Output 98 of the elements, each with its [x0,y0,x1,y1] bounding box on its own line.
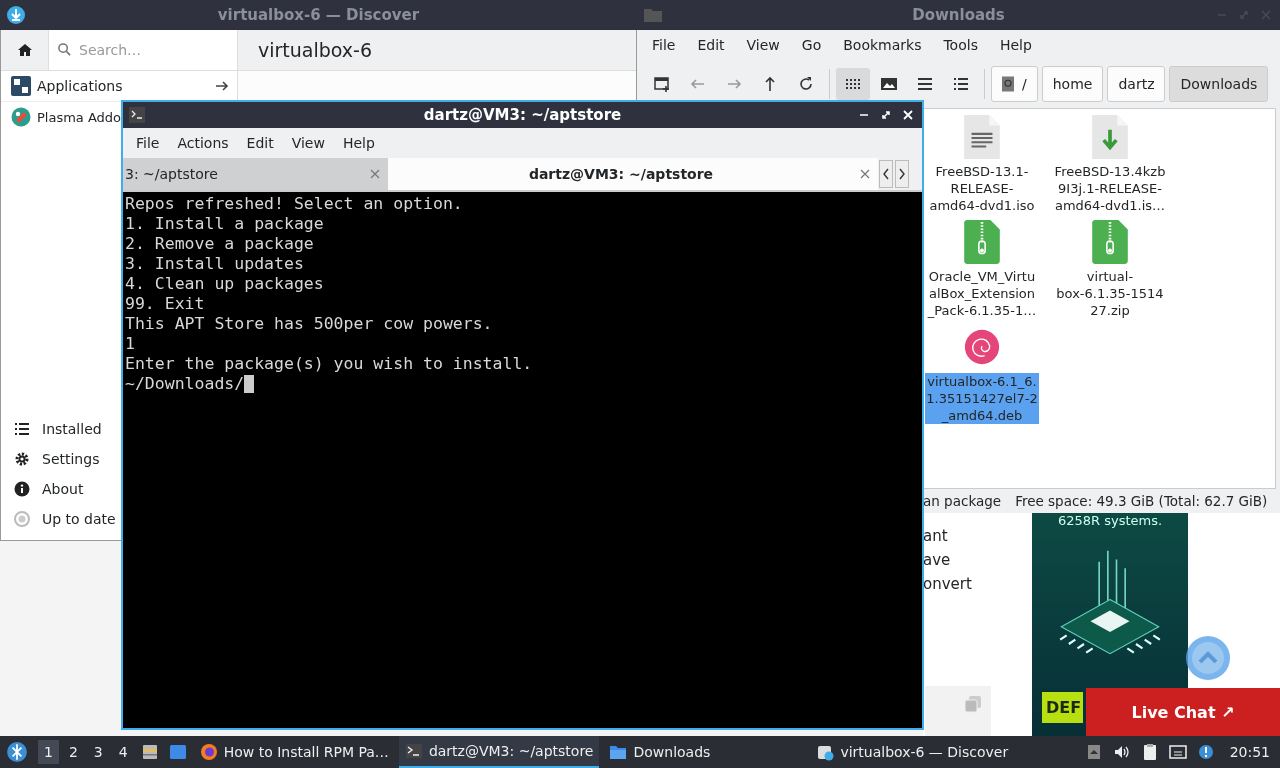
virtual-desktop[interactable]: 2 [62,740,84,764]
chevron-right-icon[interactable] [898,168,906,180]
menu-item[interactable]: View [282,135,334,151]
window-title: virtualbox-6 — Discover [217,6,420,24]
terminal-line: 4. Clean up packages [125,274,324,294]
browser-icon[interactable] [199,743,218,761]
terminal-line: ~/Downloads/ [125,374,245,394]
terminal-icon [129,107,145,123]
article-text: ave [923,551,952,569]
terminal-line: 99. Exit [125,294,205,314]
path-button[interactable]: dartz [1107,66,1166,102]
terminal-tab[interactable]: 3: ~/aptstore [123,158,388,190]
arrow-icon [215,79,229,93]
menu-item[interactable]: Actions [168,135,238,151]
terminal-line: This APT Store has 500per cow powers. [125,314,493,334]
file-name[interactable]: FreeBSD-13.4kzb 9I3j.1-RELEASE- amd64-dvd1.is… [1053,163,1167,214]
file-name[interactable]: virtual- box-6.1.35-1514 27.zip [1055,268,1165,319]
search-field[interactable]: Search… [49,30,237,70]
terminal-line: Repos refreshed! Select an option. [125,194,463,214]
text-cursor [244,375,255,393]
file-name[interactable]: virtualbox-6.1_6. 1.35151427el7-2 _amd64.deb [925,373,1039,424]
taskbar-task[interactable]: How to Install RPM Pa… [193,736,395,768]
menu-item[interactable]: View [735,37,791,53]
category-item[interactable]: Plasma Addo [1,102,122,132]
applications-icon [11,76,31,96]
update-status-icon [14,511,30,527]
virtual-desktop[interactable]: 3 [87,740,109,764]
folder-icon[interactable] [609,743,628,761]
live-chat-button[interactable]: Live Chat ↗ [1086,688,1280,736]
virtual-desktop[interactable]: 4 [112,740,134,764]
scroll-left-button[interactable] [879,160,893,188]
menu-item[interactable]: Go [790,37,833,53]
download-icon[interactable] [6,5,26,25]
new-window-icon[interactable] [653,75,671,93]
app-launcher-icon[interactable] [6,741,28,763]
window-title: dartz@VM3: ~/aptstore [423,106,622,124]
file-name[interactable]: FreeBSD-13.1- RELEASE- amd64-dvd1.iso [928,163,1036,214]
chevron-left-icon[interactable] [882,168,890,180]
path-button[interactable]: / [991,66,1038,102]
reload-icon[interactable] [797,75,815,93]
download-file-icon[interactable] [1092,115,1128,159]
nav-item[interactable]: Up to date [1,504,120,534]
taskbar-task[interactable]: Downloads [603,736,717,768]
page-heading: virtualbox-6 [258,39,373,61]
virtual-desktop[interactable]: 1 [38,740,59,764]
menu-item[interactable]: File [127,135,169,151]
article-text: onvert [923,575,972,593]
info-icon [14,481,30,497]
zip-file-icon[interactable] [964,220,1000,264]
ad-button[interactable]: DEF [1042,692,1084,723]
terminal-line: 2. Remove a package [125,234,314,254]
scroll-up-button[interactable] [1185,635,1231,681]
maximize-icon[interactable] [880,109,892,121]
file-cabinet-icon[interactable] [140,743,159,761]
taskbar-task[interactable]: dartz@VM3: ~/aptstore [398,736,600,768]
status-text: an package [923,493,1002,509]
icons-view-button[interactable] [836,68,870,100]
home-icon[interactable] [16,42,33,58]
text-file-icon[interactable] [964,115,1000,159]
file-name[interactable]: Oracle_VM_Virtu alBox_Extension _Pack-6.1.35-1… [926,268,1038,319]
menu-item[interactable]: Help [988,37,1043,53]
list-icon[interactable] [952,75,970,93]
terminal-icon[interactable] [404,742,423,760]
article-text: ant [923,527,949,545]
terminal-line: 1 [125,334,135,354]
lines-icon[interactable] [916,75,934,93]
network-icon[interactable] [1168,743,1187,761]
menu-item[interactable]: Bookmarks [832,37,933,53]
menu-item[interactable]: Help [333,135,384,151]
zip-file-icon[interactable] [1092,220,1128,264]
terminal-tab[interactable]: dartz@VM3: ~/aptstore [388,158,878,190]
nav-item[interactable]: Settings [1,444,104,474]
terminal-line: 1. Install a package [125,214,324,234]
path-button[interactable]: home [1041,66,1104,102]
free-space-text: Free space: 49.3 GiB (Total: 62.7 GiB) [1015,493,1268,509]
clock[interactable]: 20:51 [1229,744,1270,760]
drive-icon[interactable] [1002,76,1014,92]
ad-text: 6258R systems. [1057,513,1163,528]
image-icon[interactable] [880,75,898,93]
nav-item[interactable]: Installed [1,414,106,444]
taskbar-task[interactable]: virtualbox-6 — Discover [810,736,1015,768]
notification-icon[interactable] [1196,743,1215,761]
nav-item[interactable]: About [1,474,88,504]
terminal-line: 3. Install updates [125,254,304,274]
window-title: Downloads [912,6,1005,24]
path-button[interactable]: Downloads [1169,66,1269,102]
menu-item[interactable]: Edit [237,135,283,151]
scroll-right-button[interactable] [895,160,909,188]
menu-item[interactable]: Edit [686,37,736,53]
settings-icon [14,451,30,467]
menu-item[interactable]: File [641,37,687,53]
list-icon [14,421,30,437]
terminal-line: Enter the package(s) you wish to install. [125,354,533,374]
addons-icon [11,107,31,127]
store-icon[interactable] [816,743,835,761]
desktop-icon[interactable] [168,743,187,761]
menu-item[interactable]: Tools [932,37,989,53]
search-icon [57,42,72,57]
